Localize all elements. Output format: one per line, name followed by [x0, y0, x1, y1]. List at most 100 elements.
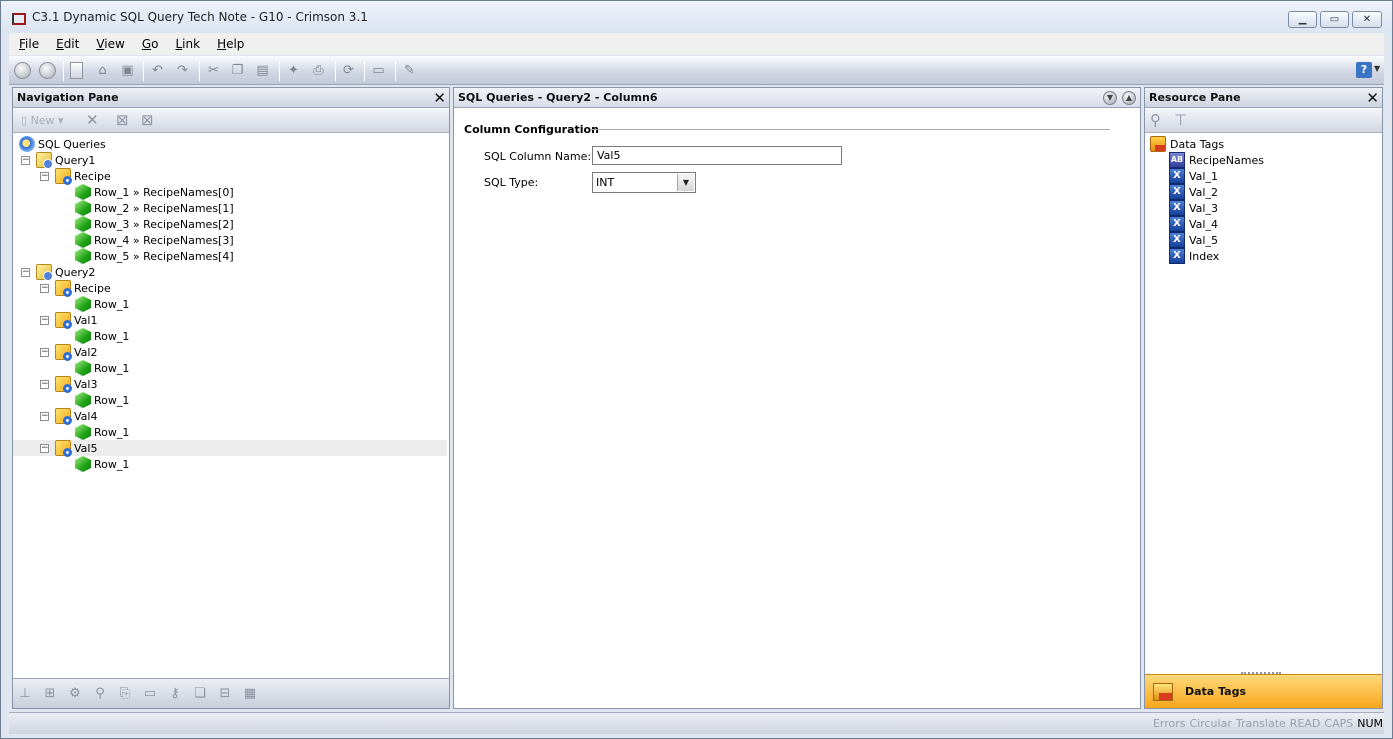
tree-item-label: Val1	[74, 313, 98, 327]
menu-help[interactable]: Help	[207, 37, 251, 51]
security-icon[interactable]: ⊟	[217, 686, 233, 702]
collapse-icon[interactable]: −	[40, 347, 49, 357]
tree-view-icon[interactable]: ⊤	[1174, 113, 1187, 128]
menu-link[interactable]: Link	[165, 37, 207, 51]
tree-item[interactable]: Row_5 » RecipeNames[4]	[13, 248, 447, 264]
menu-view-label: iew	[104, 37, 125, 51]
undo-icon[interactable]: ↶	[149, 62, 166, 79]
close-icon[interactable]: ✕	[433, 88, 446, 108]
data-tags-tab[interactable]: Data Tags	[1145, 674, 1382, 708]
new-file-icon[interactable]	[70, 62, 83, 79]
menu-file[interactable]: File	[9, 37, 46, 51]
numeric-tag-icon: X	[1169, 248, 1185, 264]
maximize-button[interactable]: ▭	[1320, 11, 1349, 28]
status-errors: Errors	[1152, 717, 1186, 730]
navigation-categories-bar: ⊥ ⊞ ⚙ ⚲ ⎘ ▭ ⚷ ❏ ⊟ ▦	[13, 678, 449, 708]
tree-item[interactable]: − Val4	[13, 408, 447, 425]
tree-item[interactable]: Row_1	[13, 424, 447, 440]
network-icon[interactable]: ⚲	[92, 686, 108, 702]
data-tag-item[interactable]: X Val_1	[1169, 168, 1218, 184]
communications-icon[interactable]: ⊞	[42, 686, 58, 702]
menu-view[interactable]: View	[86, 37, 131, 51]
link-icon[interactable]: ⟳	[340, 62, 357, 79]
monitor-icon[interactable]: ▭	[370, 62, 387, 79]
sql-type-select[interactable]: INT ▼	[592, 172, 696, 193]
display-pages-icon[interactable]: ▭	[142, 686, 158, 702]
tree-item[interactable]: Row_3 » RecipeNames[2]	[13, 216, 447, 232]
data-tag-item[interactable]: X Val_5	[1169, 232, 1218, 248]
tree-item[interactable]: − Query2	[13, 264, 447, 281]
chevron-down-icon[interactable]: ▼	[1374, 64, 1380, 73]
tree-item[interactable]: Row_1	[13, 456, 447, 472]
collapse-icon[interactable]: −	[40, 315, 49, 325]
forward-icon[interactable]	[39, 62, 56, 79]
collapse-icon[interactable]: −	[40, 283, 49, 293]
tree-item[interactable]: − Val5	[13, 440, 447, 457]
data-tag-item[interactable]: X Val_2	[1169, 184, 1218, 200]
close-icon[interactable]: ✕	[1366, 88, 1379, 108]
data-tag-item[interactable]: AB RecipeNames	[1169, 152, 1264, 168]
tree-item[interactable]: Row_1	[13, 392, 447, 408]
save-icon[interactable]: ▣	[119, 62, 136, 79]
collapse-icon[interactable]: −	[21, 267, 30, 277]
back-icon[interactable]	[14, 62, 31, 79]
menu-edit-accel: E	[56, 37, 64, 51]
programs-icon[interactable]: ⎘	[117, 686, 133, 702]
tree-item-label: SQL Queries	[38, 137, 106, 151]
tree-item[interactable]: − Val1	[13, 312, 447, 329]
tree-item[interactable]: Row_1	[13, 360, 447, 376]
tree-item[interactable]: − Recipe	[13, 280, 447, 297]
tree-item-label: Row_5 » RecipeNames[4]	[94, 249, 234, 263]
web-server-icon[interactable]: ⚷	[167, 686, 183, 702]
tree-item[interactable]: Row_1	[13, 328, 447, 344]
next-item-icon[interactable]: ▼	[1103, 91, 1117, 105]
search-icon[interactable]: ⚲	[1150, 113, 1161, 128]
string-tag-icon: AB	[1169, 152, 1185, 168]
magic-wand-icon[interactable]: ✦	[285, 62, 302, 79]
tree-item[interactable]: SQL Queries	[13, 136, 447, 152]
previous-item-icon[interactable]: ▲	[1122, 91, 1136, 105]
tree-item[interactable]: − Val3	[13, 376, 447, 393]
collapse-icon[interactable]: −	[40, 171, 49, 181]
delete-icon[interactable]: ✕	[86, 113, 99, 128]
redo-icon[interactable]: ↷	[174, 62, 191, 79]
tree-item[interactable]: − Query1	[13, 152, 447, 169]
cut-icon[interactable]: ✂	[205, 62, 222, 79]
data-tags-icon[interactable]: ⚙	[67, 686, 83, 702]
tree-item[interactable]: − Val2	[13, 344, 447, 361]
collapse-icon[interactable]: −	[21, 155, 30, 165]
new-button[interactable]: ▯ New ▾	[21, 114, 64, 127]
menu-go[interactable]: Go	[132, 37, 166, 51]
collapse-icon[interactable]: −	[40, 379, 49, 389]
tree-item[interactable]: Row_1 » RecipeNames[0]	[13, 184, 447, 200]
help-icon[interactable]: ?	[1356, 62, 1372, 78]
paste-icon[interactable]: ▤	[254, 62, 271, 79]
data-tag-item[interactable]: X Index	[1169, 248, 1219, 264]
tree-item[interactable]: Row_4 » RecipeNames[3]	[13, 232, 447, 248]
print-icon[interactable]: ⎙	[310, 62, 327, 79]
minimize-button[interactable]: ▁	[1288, 11, 1317, 28]
data-logger-icon[interactable]: ❏	[192, 686, 208, 702]
expand-all-icon[interactable]: ⊠	[141, 113, 154, 128]
sql-type-label: SQL Type:	[484, 176, 539, 189]
collapse-all-icon[interactable]: ⊠	[116, 113, 129, 128]
data-tag-item[interactable]: X Val_3	[1169, 200, 1218, 216]
copy-icon[interactable]: ❐	[229, 62, 246, 79]
tree-item[interactable]: Row_2 » RecipeNames[1]	[13, 200, 447, 216]
chevron-down-icon[interactable]: ▼	[677, 174, 694, 191]
hardware-icon[interactable]: ⊥	[17, 686, 33, 702]
data-tag-item[interactable]: X Val_4	[1169, 216, 1218, 232]
row-icon	[75, 200, 91, 216]
collapse-icon[interactable]: −	[40, 411, 49, 421]
collapse-icon[interactable]: −	[40, 443, 49, 453]
tree-item[interactable]: − Recipe	[13, 168, 447, 185]
tree-item[interactable]: Row_1	[13, 296, 447, 312]
open-folder-icon[interactable]: ⌂	[94, 62, 111, 79]
pencil-icon[interactable]: ✎	[401, 62, 418, 79]
close-window-button[interactable]: ✕	[1352, 11, 1382, 28]
menu-edit[interactable]: Edit	[46, 37, 86, 51]
status-circular: Circular	[1189, 717, 1232, 730]
sql-column-name-input[interactable]	[592, 146, 842, 165]
sql-queries-icon[interactable]: ▦	[242, 686, 258, 702]
data-tags-folder[interactable]: Data Tags	[1150, 136, 1224, 152]
